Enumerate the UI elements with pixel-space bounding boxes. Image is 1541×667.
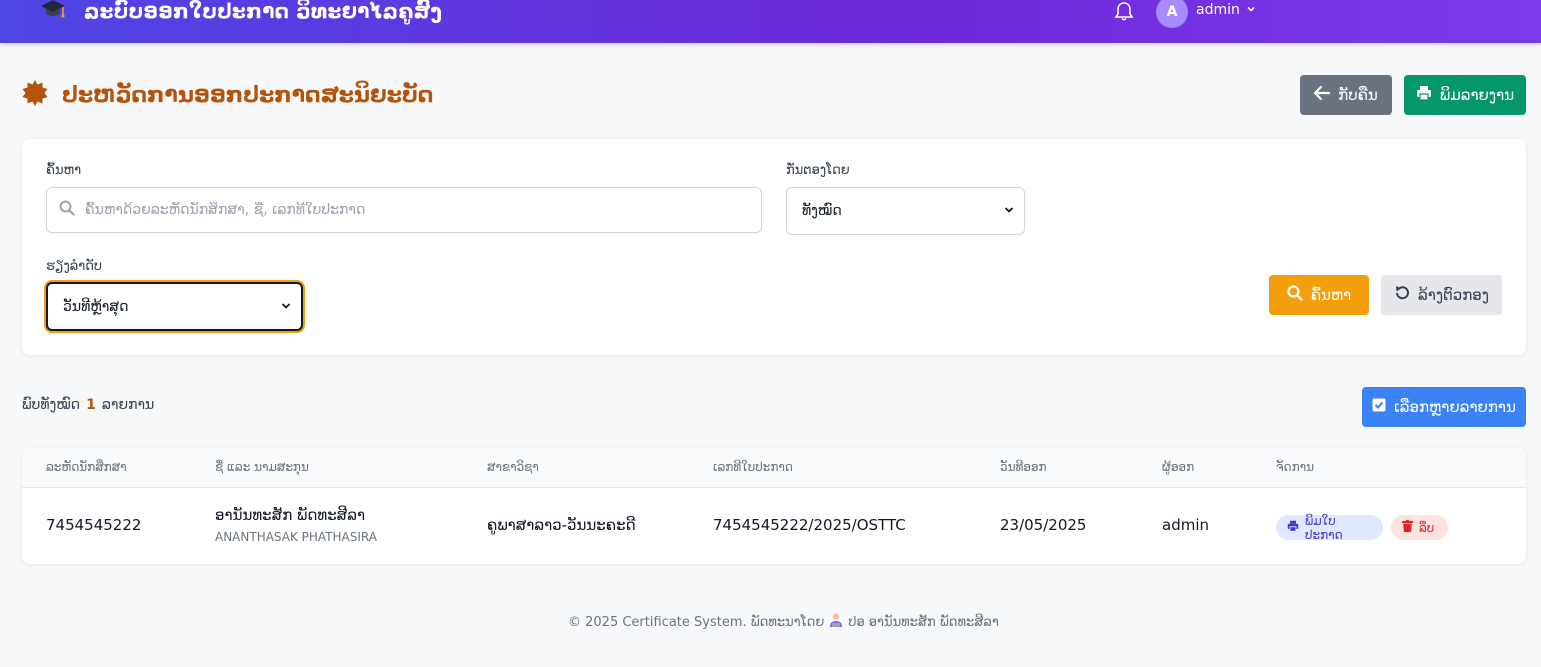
column-header: ວັນທີອອກ bbox=[1000, 460, 1047, 474]
reset-filters-button[interactable]: ລ້າງຕົວກອງ bbox=[1381, 275, 1502, 315]
checkbox-icon bbox=[1372, 398, 1386, 416]
student-name-lao: ອານັນທະສັກ ພັດທະສີລາ bbox=[215, 506, 366, 524]
page-header: ປະຫວັດການອອກປະກາດສະນິຍະບັດ bbox=[22, 80, 433, 110]
filter-label: ກັ່ນຕອງໂດຍ bbox=[786, 163, 850, 178]
print-certificate-label: ພິມໃບປະກາດ bbox=[1305, 513, 1343, 542]
delete-button[interactable]: ລຶບ bbox=[1391, 515, 1448, 540]
print-report-label: ພິມລາຍງານ bbox=[1439, 86, 1515, 104]
user-menu[interactable]: admin bbox=[1196, 2, 1256, 18]
footer-text: © 2025 Certificate System. ພັດທະນາໂດຍ bbox=[568, 614, 825, 630]
bell-icon[interactable] bbox=[1113, 0, 1135, 26]
column-header: ຜູ້ອອກ bbox=[1162, 460, 1195, 474]
printer-icon bbox=[1287, 520, 1299, 535]
chevron-down-icon bbox=[1246, 2, 1256, 18]
search-icon bbox=[59, 200, 75, 220]
avatar[interactable]: A bbox=[1156, 0, 1188, 28]
top-navbar: ລະບົບອອກໃບປະກາດ ວິທະຍາໄລຄູສົງ A admin bbox=[0, 0, 1541, 43]
summary-suffix: ລາຍການ bbox=[101, 397, 155, 413]
result-summary: ພົບທັງໝົດ 1 ລາຍການ bbox=[22, 397, 154, 413]
filter-card: ຄົ້ນຫາ ກັ່ນຕອງໂດຍ ທັງໝົດ ຮຽງລຳດັບ ວັນທີຫ… bbox=[22, 139, 1526, 355]
issue-date: 23/05/2025 bbox=[1000, 516, 1087, 534]
column-header: ເລກທີໃບປະກາດ bbox=[713, 460, 793, 474]
student-id: 7454545222 bbox=[46, 516, 142, 534]
certificates-table: ລະຫັດນັກສຶກສາ ຊື່ ແລະ ນາມສະກຸນ ສາຂາວິຊາ … bbox=[22, 448, 1526, 564]
sort-select-value: ວັນທີຫຼ້າສຸດ bbox=[63, 298, 129, 315]
delete-label: ລຶບ bbox=[1419, 520, 1435, 535]
filter-select[interactable]: ທັງໝົດ bbox=[786, 187, 1025, 235]
chevron-down-icon bbox=[281, 299, 291, 315]
app-title: ລະບົບອອກໃບປະກາດ ວິທະຍາໄລຄູສົງ bbox=[84, 0, 443, 23]
result-count: 1 bbox=[86, 397, 96, 413]
back-button[interactable]: ກັບຄືນ bbox=[1300, 75, 1392, 115]
certificate-seal-icon bbox=[22, 80, 48, 110]
summary-prefix: ພົບທັງໝົດ bbox=[22, 397, 81, 413]
brand[interactable]: ລະບົບອອກໃບປະກາດ ວິທະຍາໄລຄູສົງ bbox=[40, 0, 442, 24]
major: ຄູພາສາລາວ-ວັນນະຄະດີ bbox=[487, 516, 636, 534]
search-label: ຄົ້ນຫາ bbox=[46, 163, 82, 178]
table-header: ລະຫັດນັກສຶກສາ ຊື່ ແລະ ນາມສະກຸນ ສາຂາວິຊາ … bbox=[22, 448, 1526, 488]
reset-button-label: ລ້າງຕົວກອງ bbox=[1418, 286, 1489, 304]
search-input[interactable] bbox=[85, 202, 725, 218]
page-title: ປະຫວັດການອອກປະກາດສະນິຍະບັດ bbox=[62, 82, 434, 108]
search-button-label: ຄົ້ນຫາ bbox=[1310, 286, 1352, 304]
search-button[interactable]: ຄົ້ນຫາ bbox=[1269, 275, 1369, 315]
printer-icon bbox=[1416, 85, 1432, 105]
issuer: admin bbox=[1162, 516, 1209, 534]
trash-icon bbox=[1402, 520, 1413, 535]
back-button-label: ກັບຄືນ bbox=[1338, 86, 1378, 104]
certificate-number: 7454545222/2025/OSTTC bbox=[713, 516, 906, 534]
search-box[interactable] bbox=[46, 187, 762, 233]
arrow-left-icon bbox=[1314, 85, 1331, 104]
sort-select[interactable]: ວັນທີຫຼ້າສຸດ bbox=[46, 282, 303, 331]
column-header: ສາຂາວິຊາ bbox=[487, 460, 539, 474]
multi-select-button[interactable]: ເລືອກຫຼາຍລາຍການ bbox=[1362, 387, 1526, 427]
developer-icon bbox=[828, 612, 844, 632]
sort-label: ຮຽງລຳດັບ bbox=[46, 259, 103, 274]
print-report-button[interactable]: ພິມລາຍງານ bbox=[1404, 75, 1526, 115]
column-header: ຈັດການ bbox=[1276, 460, 1314, 474]
column-header: ລະຫັດນັກສຶກສາ bbox=[46, 460, 127, 474]
chevron-down-icon bbox=[1004, 203, 1014, 219]
search-icon bbox=[1287, 285, 1303, 305]
print-certificate-button[interactable]: ພິມໃບປະກາດ bbox=[1276, 513, 1383, 542]
graduation-cap-icon bbox=[40, 0, 66, 24]
column-header: ຊື່ ແລະ ນາມສະກຸນ bbox=[215, 460, 309, 474]
user-name-label: admin bbox=[1196, 2, 1240, 18]
footer-author: ປອ ອານັນທະສັກ ພັດທະສີລາ bbox=[848, 614, 999, 630]
footer: © 2025 Certificate System. ພັດທະນາໂດຍ ປອ… bbox=[568, 612, 999, 632]
multi-select-label: ເລືອກຫຼາຍລາຍການ bbox=[1394, 398, 1516, 416]
undo-icon bbox=[1394, 285, 1410, 305]
filter-select-value: ທັງໝົດ bbox=[802, 203, 842, 219]
student-name-en: ANANTHASAK PHATHASIRA bbox=[215, 530, 377, 544]
